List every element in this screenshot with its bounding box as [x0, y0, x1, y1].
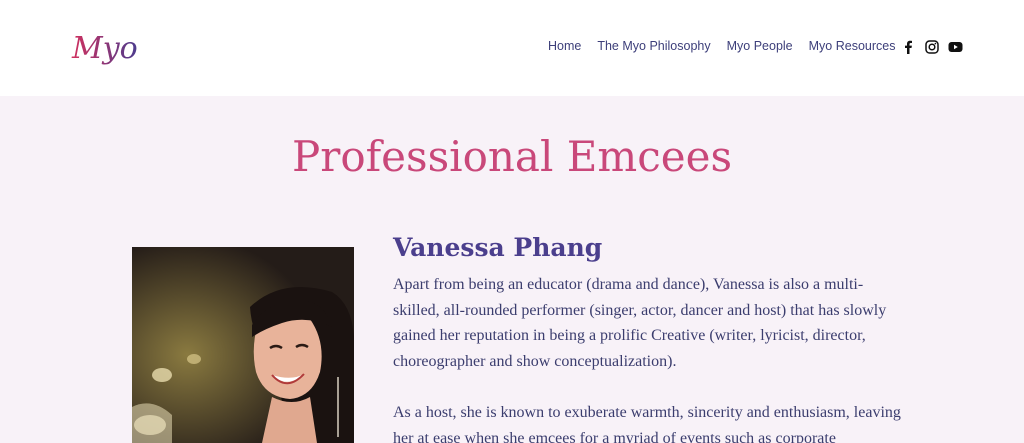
- main-nav: Home The Myo Philosophy Myo People Myo R…: [548, 39, 911, 57]
- profile-photo: [132, 247, 354, 443]
- youtube-icon[interactable]: [948, 39, 963, 54]
- nav-home[interactable]: Home: [548, 39, 581, 57]
- svg-text:Myo: Myo: [71, 31, 138, 66]
- site-header: Myo Home The Myo Philosophy Myo People M…: [0, 0, 1024, 96]
- nav-people[interactable]: Myo People: [727, 39, 793, 57]
- nav-philosophy[interactable]: The Myo Philosophy: [597, 39, 710, 57]
- profile-name: Vanessa Phang: [393, 233, 603, 262]
- logo-mark: Myo: [71, 31, 138, 66]
- profile-bio-paragraph-1: Apart from being an educator (drama and …: [393, 276, 887, 370]
- instagram-icon[interactable]: [924, 39, 939, 54]
- profile-bio-paragraph-2: As a host, she is known to exuberate war…: [393, 404, 901, 443]
- nav-resources[interactable]: Myo Resources: [809, 39, 896, 57]
- page-title: Professional Emcees: [292, 132, 732, 181]
- site-logo[interactable]: Myo: [70, 24, 140, 72]
- facebook-icon[interactable]: [900, 39, 915, 54]
- social-links: [900, 39, 963, 54]
